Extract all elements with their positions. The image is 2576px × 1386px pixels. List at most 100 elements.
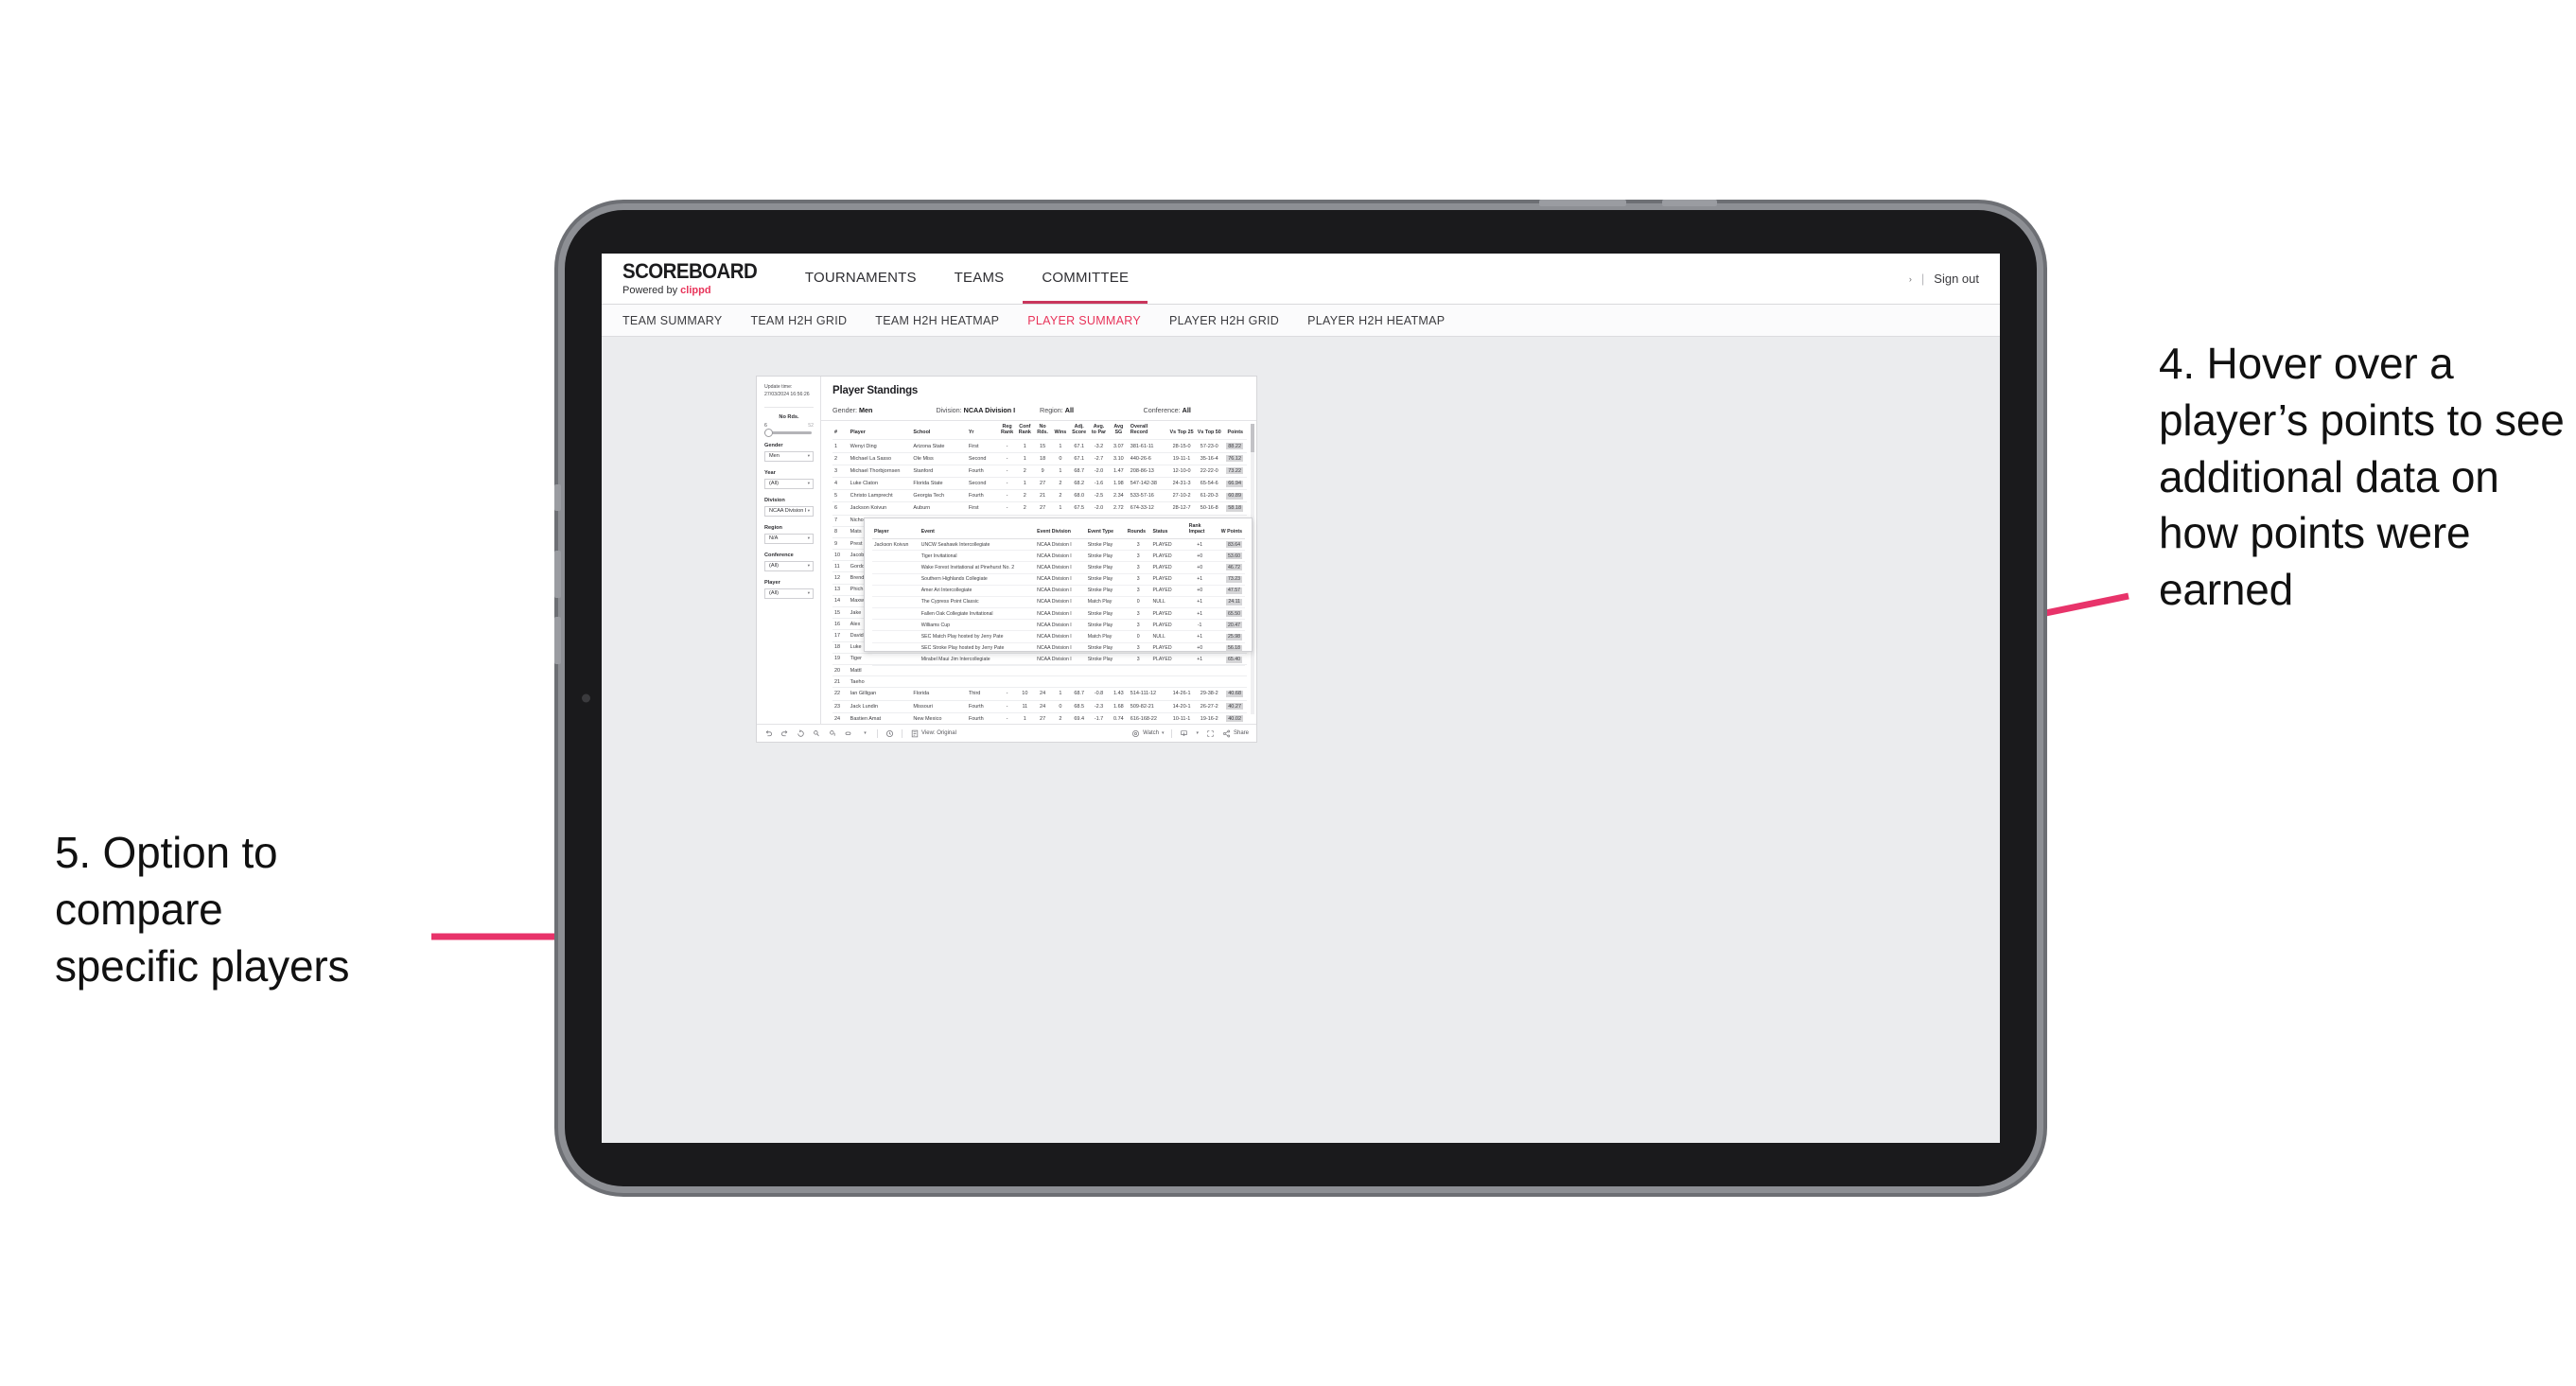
clock-icon[interactable] [885,729,894,738]
table-row[interactable]: 21 Taeho [832,675,1247,688]
no-rounds-slider[interactable] [764,428,812,437]
standings-cell-vs-top-50: 35-16-4 [1195,451,1223,465]
col-points[interactable]: Points [1223,421,1247,440]
standings-cell-points[interactable] [1222,663,1247,676]
pause-updates-icon[interactable] [829,729,837,738]
device-button-left-2[interactable] [554,551,561,598]
nav-committee[interactable]: COMMITTEE [1023,254,1148,304]
col-vs-top-50[interactable]: Vs Top 50 [1196,421,1223,440]
table-row[interactable]: 22 Ian Gilligan Florida Third -10 24 1 68.7 -0.8… [832,687,1247,701]
col-no-rds[interactable]: No Rds. [1034,421,1052,440]
chevron-down-icon[interactable]: ▾ [861,729,869,738]
view-original-button[interactable]: View: Original [910,729,956,738]
share-button[interactable]: Share [1222,729,1249,738]
points-badge[interactable]: 66.94 [1226,480,1243,487]
redo-icon[interactable] [780,729,789,738]
sign-out-link[interactable]: Sign out [1934,272,1979,286]
col-overall-record[interactable]: Overall Record [1129,421,1168,440]
col-adj-score[interactable]: Adj. Score [1069,421,1089,440]
brand-logo[interactable]: SCOREBOARD Powered by clippd [602,254,786,304]
standings-cell-points[interactable]: 40.02 [1222,711,1247,724]
filter-year-select[interactable]: (All) ▾ [764,478,814,489]
filter-gender-select[interactable]: Men ▾ [764,450,814,462]
filter-division-select[interactable]: NCAA Division I ▾ [764,505,814,517]
chevron-right-icon[interactable]: › [1909,274,1912,284]
standings-cell-points[interactable]: 40.68 [1222,687,1247,701]
standings-cell-points[interactable]: 76.12 [1222,451,1247,465]
points-badge[interactable]: 60.89 [1226,492,1243,500]
col-school[interactable]: School [911,421,966,440]
standings-cell-points[interactable]: 66.94 [1222,476,1247,490]
filter-player-select[interactable]: (All) ▾ [764,588,814,599]
table-row[interactable]: 4 Luke Claton Florida State Second -1 27 2 68.2… [832,476,1247,490]
col-conf-rank[interactable]: Conf Rank [1016,421,1034,440]
col-vs-top-25[interactable]: Vs Top 25 [1167,421,1195,440]
standings-cell-conf-rank: 2 [1015,464,1034,478]
table-row[interactable]: 6 Jackson Koivun Auburn First -2 27 1 67.5 -2.0 2… [832,501,1247,516]
chevron-down-icon: ▾ [807,535,810,541]
standings-cell-points[interactable] [1222,675,1247,688]
standings-cell-conf-rank: 1 [1015,439,1034,453]
tooltip-body: Jackson Koivun UNCW Seahawk Intercollegia… [872,538,1245,667]
col-avg-to-par[interactable]: Avg. to Par [1089,421,1109,440]
fullscreen-icon[interactable] [1206,729,1215,738]
points-badge[interactable]: 58.18 [1226,504,1243,512]
standings-cell-points[interactable]: 58.18 [1222,501,1247,516]
points-badge[interactable]: 76.12 [1226,455,1243,463]
nav-teams[interactable]: TEAMS [936,254,1024,304]
col-rank[interactable]: # [832,421,849,440]
tab-player-summary[interactable]: PLAYER SUMMARY [1027,314,1141,327]
standings-cell-points[interactable]: 73.22 [1222,464,1247,478]
device-button-left-3[interactable] [554,617,561,664]
filter-region-select[interactable]: N/A ▾ [764,533,814,544]
standings-scrollbar-thumb[interactable] [1251,424,1254,452]
download-icon[interactable] [1180,729,1188,738]
table-row[interactable]: 20 Mattl [832,663,1247,676]
standings-cell-no-rds: 24 [1033,699,1052,713]
revert-icon[interactable] [797,729,805,738]
points-badge[interactable]: 40.27 [1226,703,1243,711]
table-row[interactable]: 5 Christo Lamprecht Georgia Tech Fourth -2 21… [832,489,1247,502]
points-badge[interactable]: 40.02 [1226,715,1243,723]
standings-cell-points[interactable]: 60.89 [1222,489,1247,502]
tab-team-h2h-heatmap[interactable]: TEAM H2H HEATMAP [875,314,999,327]
table-row[interactable]: 23 Jack Lundin Missouri Fourth -11 24 0 68.5 -2.… [832,699,1247,713]
points-badge[interactable]: 73.22 [1226,467,1243,475]
points-badge[interactable]: 88.22 [1226,443,1243,449]
table-row[interactable]: 2 Michael La Sasso Ole Miss Second -1 18 0 67.1… [832,451,1247,465]
device-button-left-1[interactable] [554,484,561,511]
points-badge[interactable]: 40.68 [1226,690,1243,697]
table-row[interactable]: 3 Michael Thorbjornsen Stanford Fourth -2 9 1 6… [832,464,1247,478]
annotation-hover-points: 4. Hover over a player’s points to see a… [2159,339,2565,615]
tab-player-h2h-heatmap[interactable]: PLAYER H2H HEATMAP [1307,314,1445,327]
refresh-icon[interactable] [813,729,821,738]
table-row[interactable]: 1 Wenyi Ding Arizona State First -1 15 1 67.1 -3… [832,439,1247,453]
device-button-power[interactable] [1662,200,1717,206]
highlight-icon[interactable] [845,729,853,738]
chevron-down-icon: ▾ [807,481,810,486]
device-button-volume-up[interactable] [1539,200,1626,206]
standings-cell-reg-rank: - [998,699,1016,713]
standings-cell-overall-record: 547-142-38 [1128,476,1168,490]
tab-team-summary[interactable]: TEAM SUMMARY [622,314,722,327]
standings-cell-player: Wenyi Ding [848,439,912,453]
tab-player-h2h-grid[interactable]: PLAYER H2H GRID [1169,314,1279,327]
chevron-down-icon[interactable]: ▾ [1196,730,1199,736]
standings-cell-points[interactable]: 88.22 [1222,439,1247,453]
col-wins[interactable]: Wins [1051,421,1069,440]
filter-player-value: (All) [769,590,779,597]
table-row[interactable]: 24 Bastien Amat New Mexico Fourth -1 27 2 69.4-… [832,711,1247,724]
standings-cell-points[interactable]: 40.27 [1222,699,1247,713]
filter-conference-select[interactable]: (All) ▾ [764,560,814,571]
col-avg-sg[interactable]: Avg SG [1109,421,1129,440]
nav-tournaments[interactable]: TOURNAMENTS [786,254,936,304]
no-rounds-slider-handle[interactable] [764,428,773,437]
standings-cell-overall-record: 514-111-12 [1128,687,1168,701]
col-reg-rank[interactable]: Reg Rank [998,421,1016,440]
watch-button[interactable]: Watch ▾ [1131,729,1164,738]
undo-icon[interactable] [764,729,773,738]
tab-team-h2h-grid[interactable]: TEAM H2H GRID [750,314,847,327]
col-yr[interactable]: Yr [967,421,998,440]
tt-col-status: Status [1150,523,1187,539]
col-player[interactable]: Player [849,421,912,440]
